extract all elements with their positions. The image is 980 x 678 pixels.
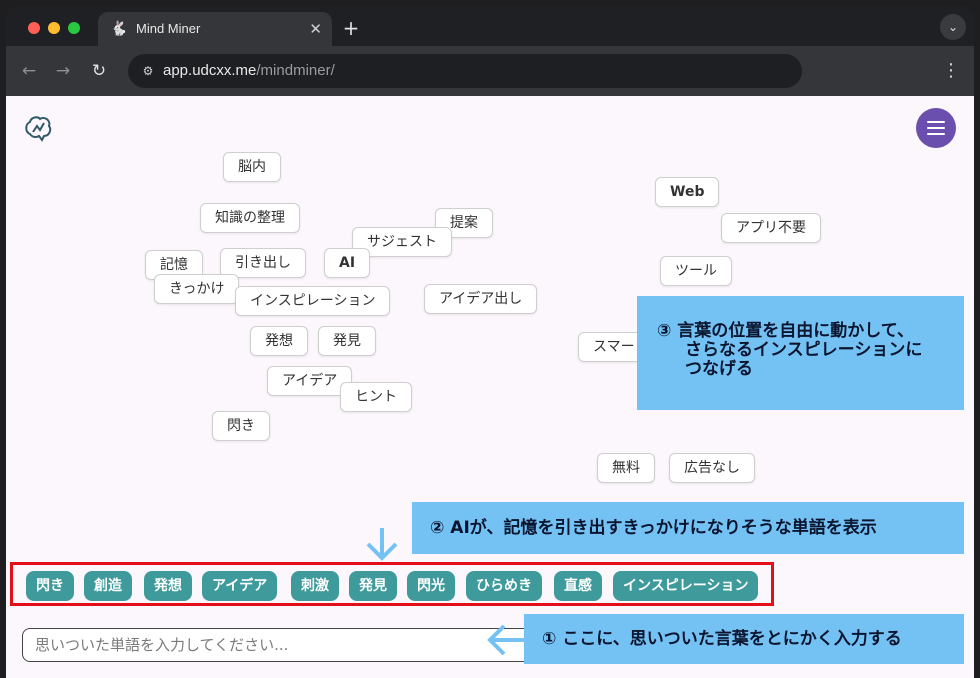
word-card[interactable]: アイデア出し — [424, 284, 538, 314]
new-tab-button[interactable]: + — [340, 16, 362, 40]
suggestion-chip[interactable]: 発見 — [349, 571, 397, 601]
maximize-window-button[interactable] — [68, 22, 80, 34]
close-window-button[interactable] — [28, 22, 40, 34]
suggestion-chip[interactable]: 閃き — [26, 571, 74, 601]
browser-toolbar: ← → ↻ ⚙ app.udcxx.me/mindminer/ ⋮ — [6, 46, 974, 96]
address-bar[interactable]: ⚙ app.udcxx.me/mindminer/ — [128, 54, 802, 88]
suggestion-chip[interactable]: インスピレーション — [613, 571, 759, 601]
word-card[interactable]: インスピレーション — [235, 286, 391, 316]
callout-ai-suggestions: ② AIが、記憶を引き出すきっかけになりそうな単語を表示 — [412, 502, 964, 554]
reload-icon[interactable]: ↻ — [88, 60, 110, 82]
tab-strip: 🐇 Mind Miner ✕ + ⌄ — [6, 6, 974, 46]
word-input[interactable] — [23, 629, 531, 661]
word-card[interactable]: 脳内 — [223, 152, 281, 182]
word-card[interactable]: Web — [655, 177, 720, 207]
callout-3-line-3: つなげる — [685, 359, 753, 379]
arrow-down-icon — [366, 528, 398, 561]
brain-logo-icon[interactable] — [22, 112, 54, 144]
word-card[interactable]: 閃き — [212, 411, 270, 441]
rabbit-favicon-icon: 🐇 — [110, 21, 128, 37]
word-card[interactable]: アプリ不要 — [721, 213, 821, 243]
browser-menu-icon[interactable]: ⋮ — [942, 60, 960, 82]
suggestion-chip[interactable]: 閃光 — [407, 571, 455, 601]
hamburger-menu-icon[interactable] — [916, 108, 956, 148]
word-card[interactable]: 発想 — [250, 326, 308, 356]
word-card[interactable]: AI — [324, 248, 371, 278]
suggestion-chip[interactable]: ひらめき — [466, 571, 542, 601]
tab-title: Mind Miner — [136, 21, 201, 36]
callout-3-line-1: ③ 言葉の位置を自由に動かして、 — [657, 321, 914, 341]
suggestion-chip[interactable]: 直感 — [554, 571, 602, 601]
minimize-window-button[interactable] — [48, 22, 60, 34]
word-card[interactable]: 広告なし — [669, 453, 755, 483]
tab-search-chevron-icon[interactable]: ⌄ — [940, 14, 966, 40]
word-card[interactable]: 発見 — [318, 326, 376, 356]
browser-tab[interactable]: 🐇 Mind Miner ✕ — [98, 12, 332, 46]
suggestion-chip[interactable]: アイデア — [202, 571, 278, 601]
word-card[interactable]: 無料 — [597, 453, 655, 483]
suggestion-chip[interactable]: 創造 — [84, 571, 132, 601]
browser-window: 🐇 Mind Miner ✕ + ⌄ ← → ↻ ⚙ app.udcxx.me/… — [6, 6, 974, 678]
word-card[interactable]: 知識の整理 — [200, 203, 300, 233]
callout-drag-words: ③ 言葉の位置を自由に動かして、 さらなるインスピレーションに つなげる — [637, 296, 964, 410]
forward-arrow-icon[interactable]: → — [52, 60, 74, 82]
back-arrow-icon[interactable]: ← — [18, 60, 40, 82]
word-card[interactable]: きっかけ — [154, 274, 240, 304]
suggestion-bar: 閃き 創造 発想 アイデア 刺激 発見 閃光 ひらめき 直感 インスピレーション — [10, 562, 774, 606]
callout-input-words: ① ここに、思いついた言葉をとにかく入力する — [524, 614, 964, 664]
word-card[interactable]: ヒント — [340, 382, 412, 412]
word-input-field[interactable] — [22, 628, 532, 662]
suggestion-chip[interactable]: 発想 — [144, 571, 192, 601]
callout-3-line-2: さらなるインスピレーションに — [685, 340, 923, 360]
url-text: app.udcxx.me/mindminer/ — [163, 62, 335, 79]
site-settings-icon[interactable]: ⚙ — [138, 61, 158, 81]
word-card[interactable]: ツール — [660, 256, 732, 286]
suggestion-chip[interactable]: 刺激 — [291, 571, 339, 601]
arrow-left-icon — [487, 624, 526, 656]
tab-close-icon[interactable]: ✕ — [309, 20, 322, 38]
app-page: 脳内 知識の整理 提案 サジェスト 記憶 引き出し AI きっかけ インスピレー… — [6, 96, 974, 678]
